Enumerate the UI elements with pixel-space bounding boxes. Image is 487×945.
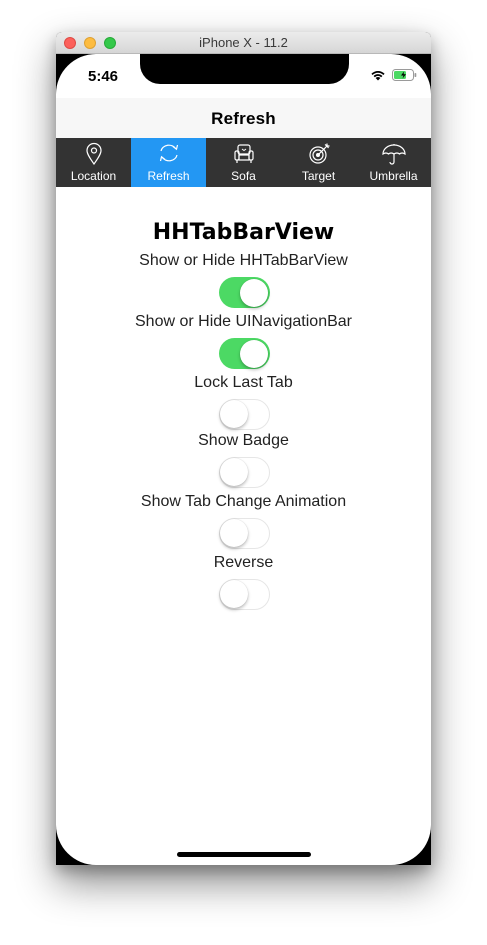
- option-label-show-badge: Show Badge: [198, 432, 289, 449]
- tab-bar: Location Refresh Sofa Target Umbrella: [56, 138, 431, 187]
- option-label-reverse: Reverse: [213, 554, 274, 571]
- device-notch: [140, 54, 349, 84]
- option-label-show-navbar: Show or Hide UINavigationBar: [135, 313, 352, 330]
- tab-label-refresh: Refresh: [147, 169, 190, 183]
- toggle-tab-animation[interactable]: [219, 518, 270, 549]
- simulator-window: iPhone X - 11.2 5:46 Refresh Location Re…: [56, 32, 431, 865]
- nav-title: Refresh: [211, 109, 276, 128]
- window-titlebar: iPhone X - 11.2: [56, 32, 431, 54]
- umbrella-icon: [381, 144, 406, 165]
- tab-sofa[interactable]: Sofa: [206, 138, 281, 187]
- battery-icon: [392, 69, 417, 81]
- toggle-knob: [220, 580, 248, 608]
- page-heading: HHTabBarView: [152, 220, 335, 245]
- tab-target[interactable]: Target: [281, 138, 356, 187]
- tab-label-umbrella: Umbrella: [369, 169, 418, 183]
- location-pin-icon: [85, 142, 102, 166]
- wifi-icon: [371, 71, 385, 81]
- sofa-icon: [233, 144, 254, 163]
- toggle-knob: [220, 519, 248, 547]
- tab-label-target: Target: [301, 169, 336, 183]
- toggle-reverse[interactable]: [219, 579, 270, 610]
- toggle-show-tabbar[interactable]: [219, 277, 270, 308]
- toggle-knob: [220, 458, 248, 486]
- tab-label-sofa: Sofa: [231, 169, 256, 183]
- navigation-bar: Refresh: [56, 98, 431, 138]
- device-screen: 5:46 Refresh Location Refresh Sofa Targe…: [56, 54, 431, 865]
- toggle-knob: [240, 339, 268, 368]
- tab-umbrella[interactable]: Umbrella: [356, 138, 431, 187]
- tab-refresh[interactable]: Refresh: [131, 138, 206, 187]
- tab-location[interactable]: Location: [56, 138, 131, 187]
- tab-label-location: Location: [70, 169, 117, 183]
- toggle-show-badge[interactable]: [219, 457, 270, 488]
- toggle-lock-last-tab[interactable]: [219, 399, 270, 430]
- status-time: 5:46: [88, 68, 119, 85]
- toggle-knob: [220, 400, 248, 428]
- home-indicator[interactable]: [177, 852, 311, 857]
- option-label-tab-animation: Show Tab Change Animation: [140, 493, 347, 510]
- target-icon: [308, 143, 329, 164]
- option-label-show-tabbar: Show or Hide HHTabBarView: [139, 252, 348, 269]
- option-label-lock-last-tab: Lock Last Tab: [194, 374, 293, 391]
- refresh-icon: [159, 144, 178, 162]
- status-indicators: [370, 69, 417, 81]
- window-title: iPhone X - 11.2: [199, 35, 288, 50]
- toggle-show-navbar[interactable]: [219, 338, 270, 369]
- toggle-knob: [240, 278, 268, 307]
